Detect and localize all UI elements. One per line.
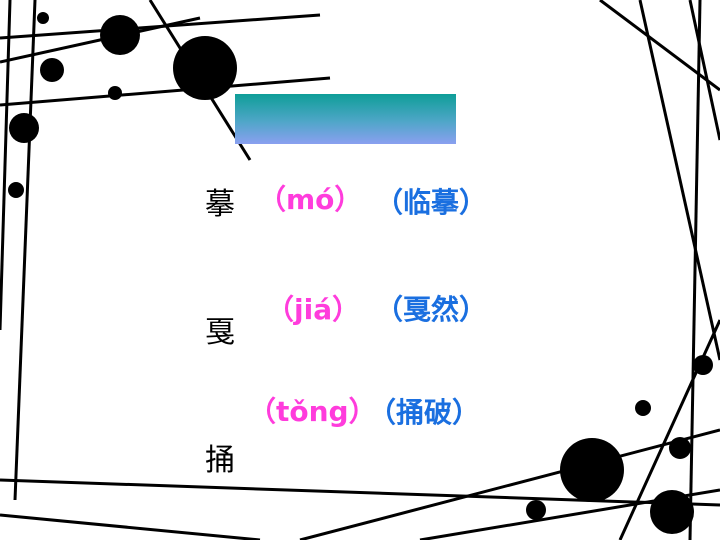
frame-dot xyxy=(108,86,122,100)
word-1: （临摹） xyxy=(375,186,488,219)
frame-dot xyxy=(526,500,546,520)
slide: 摹 （mó） （临摹） 戛 （jiá） （戛然） 捅 （tǒng） （捅破） xyxy=(0,0,720,540)
frame-dot xyxy=(9,113,39,143)
frame-line xyxy=(13,0,37,501)
char-1: 摹 xyxy=(205,187,235,222)
pinyin-1: （mó） xyxy=(258,183,363,216)
frame-line xyxy=(599,0,720,92)
char-2: 戛 xyxy=(205,315,235,350)
frame-dot xyxy=(669,437,691,459)
frame-dot xyxy=(635,400,651,416)
frame-dot xyxy=(650,490,694,534)
word-3: （捅破） xyxy=(368,396,481,429)
frame-dot xyxy=(100,15,140,55)
decorative-frame xyxy=(0,0,720,540)
frame-line xyxy=(0,513,261,540)
char-3: 捅 xyxy=(205,443,235,478)
frame-dot xyxy=(173,36,237,100)
pinyin-2: （jiá） xyxy=(266,293,361,326)
frame-dot xyxy=(37,12,49,24)
frame-dot xyxy=(8,182,24,198)
frame-line xyxy=(0,0,12,331)
frame-dot xyxy=(40,58,64,82)
pinyin-3: （tǒng） xyxy=(248,395,377,428)
frame-dot xyxy=(693,355,713,375)
frame-dot xyxy=(560,438,624,502)
frame-line xyxy=(0,16,201,64)
frame-line xyxy=(638,0,720,361)
title-bar xyxy=(235,94,456,144)
word-2: （戛然） xyxy=(375,293,488,326)
